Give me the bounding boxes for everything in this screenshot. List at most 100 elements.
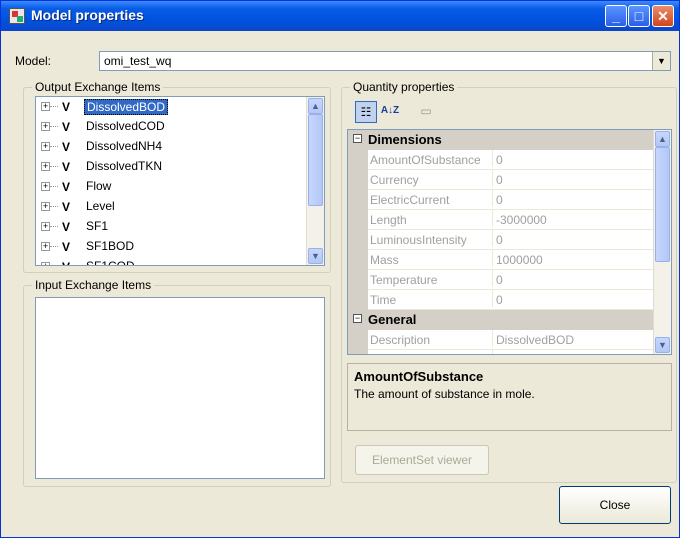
- output-tree-scrollbar[interactable]: ▲ ▼: [306, 97, 324, 265]
- tree-item-label: SF1COD: [86, 259, 135, 266]
- property-value: DissolvedBOD: [492, 350, 574, 354]
- tree-connector: [50, 226, 58, 227]
- property-pages-button[interactable]: ▭: [415, 101, 437, 123]
- scroll-down-icon[interactable]: ▼: [308, 248, 323, 264]
- expand-icon[interactable]: +: [41, 242, 50, 251]
- tree-item[interactable]: + V SF1COD: [36, 257, 324, 266]
- alphabetical-button[interactable]: A↓Z: [379, 101, 401, 123]
- minimize-icon: _: [612, 8, 620, 24]
- tree-connector: [50, 166, 58, 167]
- expand-icon[interactable]: +: [41, 142, 50, 151]
- tree-item[interactable]: + V Level: [36, 197, 324, 217]
- property-grid-scrollbar[interactable]: ▲ ▼: [653, 130, 671, 354]
- property-value: 1000000: [492, 250, 543, 267]
- row-gutter: [348, 150, 368, 170]
- expand-icon[interactable]: +: [41, 182, 50, 191]
- categorized-icon: ☷: [360, 105, 372, 119]
- quantity-icon: V: [62, 200, 71, 214]
- expand-icon[interactable]: +: [41, 162, 50, 171]
- quantity-icon: V: [62, 220, 71, 234]
- row-gutter: [348, 230, 368, 250]
- tree-connector: [50, 206, 58, 207]
- minimize-button[interactable]: _: [605, 5, 627, 27]
- tree-item-label: DissolvedTKN: [86, 159, 163, 173]
- model-label: Model:: [15, 54, 52, 68]
- quantity-icon: V: [62, 240, 71, 254]
- category-row[interactable]: − Dimensions: [348, 130, 654, 150]
- row-gutter: [348, 290, 368, 310]
- expand-icon[interactable]: +: [41, 122, 50, 131]
- property-name: ID: [370, 353, 485, 354]
- tree-connector: [50, 146, 58, 147]
- tree-item-label: DissolvedBOD: [84, 99, 169, 115]
- scroll-thumb[interactable]: [655, 147, 670, 262]
- expand-icon[interactable]: +: [41, 202, 50, 211]
- collapse-icon[interactable]: −: [353, 314, 362, 323]
- scroll-down-icon[interactable]: ▼: [655, 337, 670, 353]
- expand-icon[interactable]: +: [41, 102, 50, 111]
- scroll-up-icon[interactable]: ▲: [308, 98, 323, 114]
- output-exchange-tree[interactable]: + V DissolvedBOD + V DissolvedCOD + V DissolvedN…: [35, 96, 325, 266]
- property-row[interactable]: Currency 0: [348, 170, 654, 190]
- property-row[interactable]: ElectricCurrent 0: [348, 190, 654, 210]
- quantity-icon: V: [62, 180, 71, 194]
- quantity-icon: V: [62, 120, 71, 134]
- tree-item[interactable]: + V SF1BOD: [36, 237, 324, 257]
- model-select-value: omi_test_wq: [104, 54, 172, 68]
- property-row[interactable]: Mass 1000000: [348, 250, 654, 270]
- property-row[interactable]: Time 0: [348, 290, 654, 310]
- category-label: General: [368, 312, 417, 327]
- row-gutter: [348, 270, 368, 290]
- category-row[interactable]: − General: [348, 310, 654, 330]
- tree-item-label: Flow: [86, 179, 112, 193]
- quantity-icon: V: [62, 160, 71, 174]
- property-row[interactable]: Temperature 0: [348, 270, 654, 290]
- title-bar[interactable]: Model properties _ □ ✕: [1, 1, 679, 31]
- description-title: AmountOfSubstance: [354, 369, 484, 384]
- expand-icon[interactable]: +: [41, 222, 50, 231]
- property-pages-icon: ▭: [420, 104, 432, 118]
- input-exchange-list[interactable]: [35, 297, 325, 479]
- expand-icon[interactable]: +: [41, 262, 50, 265]
- property-row[interactable]: AmountOfSubstance 0: [348, 150, 654, 170]
- tree-connector: [50, 106, 58, 107]
- property-row[interactable]: Length -3000000: [348, 210, 654, 230]
- quantity-icon: V: [62, 100, 71, 114]
- row-gutter: [348, 330, 368, 350]
- scroll-up-icon[interactable]: ▲: [655, 131, 670, 147]
- property-name: ElectricCurrent: [370, 193, 450, 207]
- close-button[interactable]: Close: [559, 486, 671, 524]
- close-window-button[interactable]: ✕: [652, 5, 674, 27]
- app-icon: [9, 8, 25, 24]
- collapse-icon[interactable]: −: [353, 134, 362, 143]
- property-row[interactable]: Description DissolvedBOD: [348, 330, 654, 350]
- maximize-button[interactable]: □: [628, 5, 650, 27]
- categorized-button[interactable]: ☷: [355, 101, 377, 123]
- model-select[interactable]: omi_test_wq ▼: [99, 51, 671, 71]
- tree-item[interactable]: + V DissolvedTKN: [36, 157, 324, 177]
- property-value: 0: [492, 270, 503, 287]
- tree-item-label: Level: [86, 199, 115, 213]
- tree-item[interactable]: + V SF1: [36, 217, 324, 237]
- property-value: 0: [492, 230, 503, 247]
- property-row[interactable]: LuminousIntensity 0: [348, 230, 654, 250]
- property-value: 0: [492, 170, 503, 187]
- property-name: Mass: [370, 253, 399, 267]
- close-icon: ✕: [657, 8, 669, 24]
- tree-item[interactable]: + V Flow: [36, 177, 324, 197]
- property-value: DissolvedBOD: [492, 330, 574, 347]
- output-exchange-title: Output Exchange Items: [32, 80, 164, 94]
- input-exchange-title: Input Exchange Items: [32, 278, 155, 292]
- scroll-thumb[interactable]: [308, 114, 323, 206]
- elementset-viewer-button[interactable]: ElementSet viewer: [355, 445, 489, 475]
- model-properties-window: Model properties _ □ ✕ Model: omi_test_w…: [0, 0, 680, 538]
- tree-item[interactable]: + V DissolvedBOD: [36, 97, 324, 117]
- tree-item[interactable]: + V DissolvedCOD: [36, 117, 324, 137]
- property-row[interactable]: ID DissolvedBOD: [348, 350, 654, 354]
- description-text: The amount of substance in mole.: [354, 387, 535, 401]
- property-grid[interactable]: − Dimensions AmountOfSubstance 0 Currency 0 El…: [347, 129, 672, 355]
- tree-item[interactable]: + V DissolvedNH4: [36, 137, 324, 157]
- tree-item-label: SF1: [86, 219, 109, 233]
- tree-item-label: SF1BOD: [86, 239, 135, 253]
- chevron-down-icon[interactable]: ▼: [652, 52, 670, 70]
